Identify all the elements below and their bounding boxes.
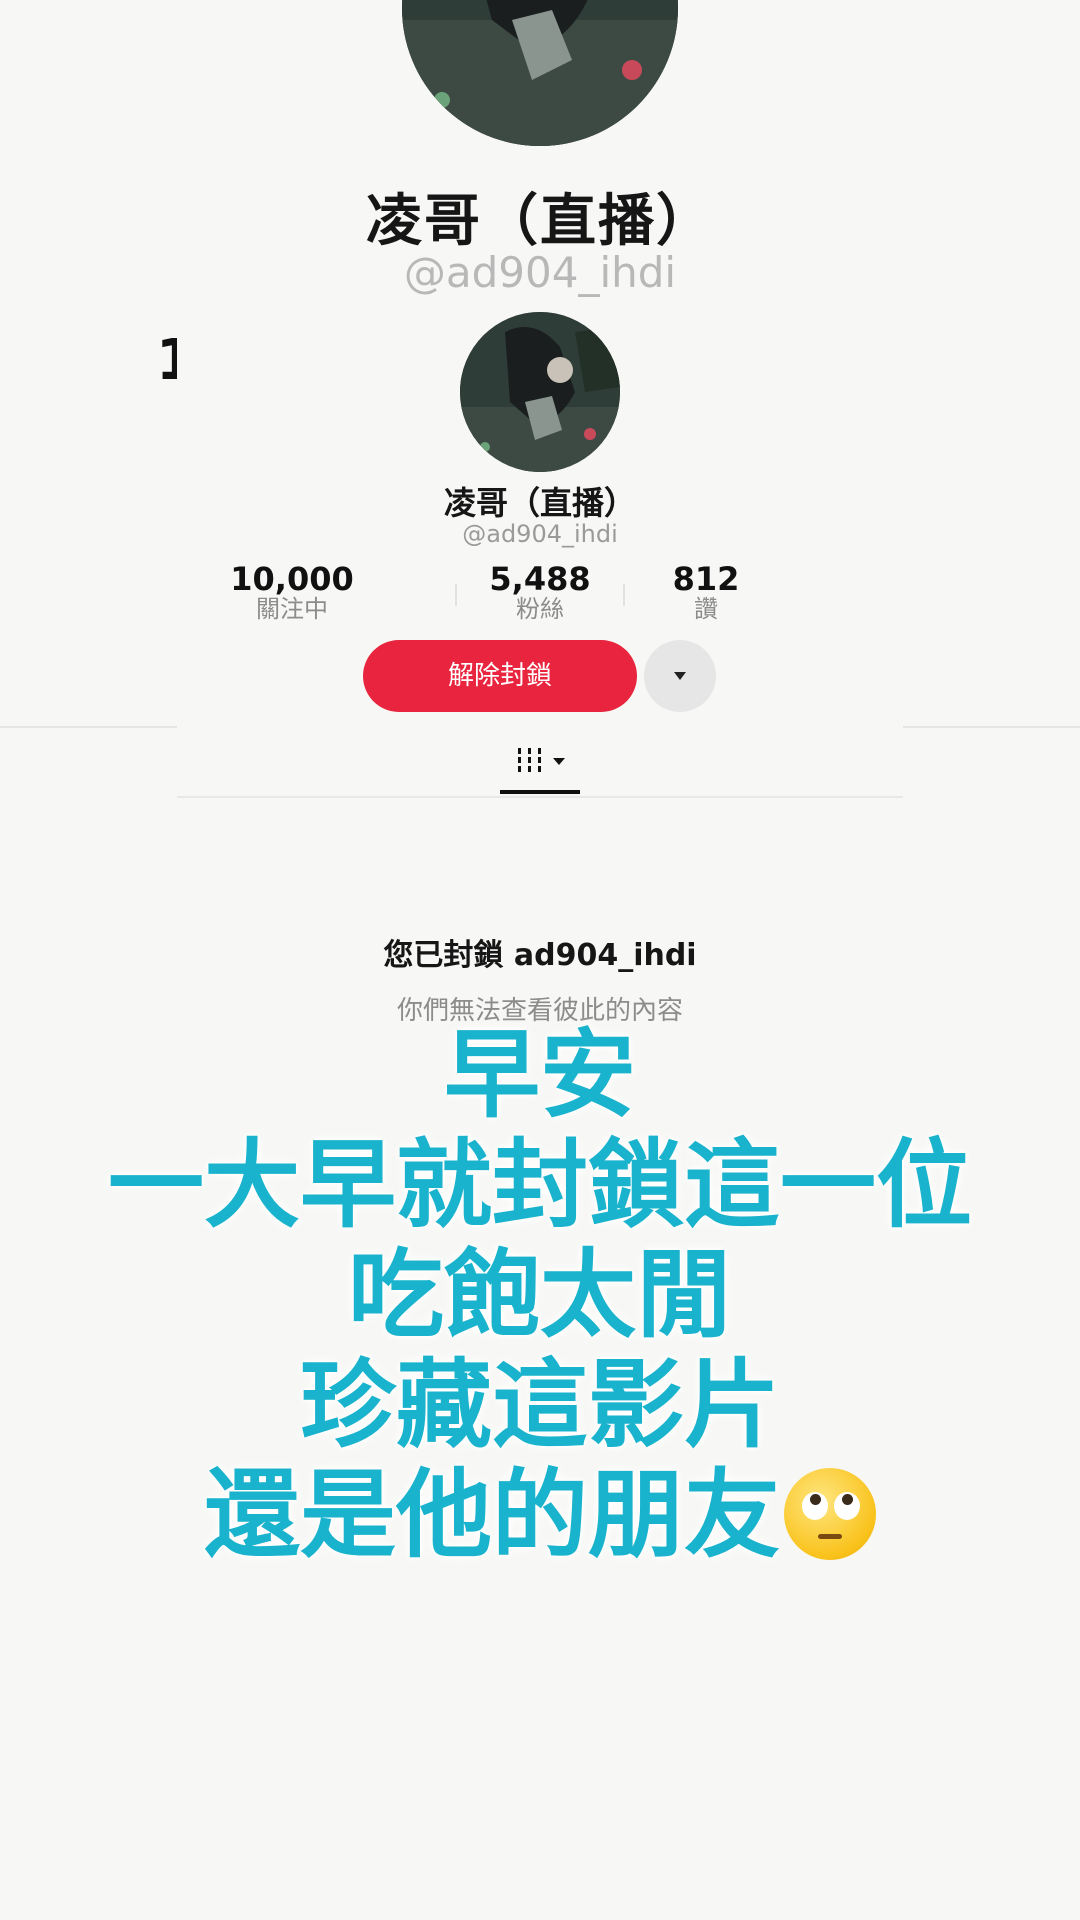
caption-line-last: 還是他的朋友 — [0, 1460, 1080, 1570]
stat-likes-label: 讚 — [694, 595, 718, 623]
caption-line: 珍藏這影片 — [300, 1349, 780, 1461]
background-avatar — [402, 0, 678, 146]
emoji-eye — [802, 1492, 828, 1520]
tab-videos-grid[interactable] — [500, 734, 580, 796]
rolling-eyes-emoji-icon — [784, 1468, 876, 1560]
content-tab-bar — [177, 726, 903, 798]
background-profile-name: 凌哥（直播） — [366, 189, 714, 254]
stat-following-label: 關注中 — [256, 595, 328, 623]
stat-following[interactable]: 10,000 關注中 — [207, 562, 377, 622]
caption-line: 早安 — [444, 1019, 636, 1131]
stat-followers[interactable]: 5,488 粉絲 — [455, 562, 625, 622]
profile-name: 凌哥（直播） — [443, 484, 636, 522]
emoji-mouth — [818, 1534, 842, 1539]
tab-active-indicator — [500, 790, 580, 794]
emoji-pupil — [810, 1494, 821, 1505]
avatar-photo — [460, 312, 620, 472]
profile-card: 凌哥（直播） @ad904_ihdi 10,000 關注中 5,488 粉絲 8… — [177, 312, 903, 798]
caption-line: 一大早就封鎖這一位 — [108, 1129, 972, 1241]
caption-line-text: 還是他的朋友 — [204, 1459, 780, 1571]
grid-icon — [518, 748, 521, 772]
stat-followers-label: 粉絲 — [516, 595, 564, 623]
stat-following-value: 10,000 — [230, 560, 354, 598]
background-avatar-photo — [402, 0, 678, 146]
blocked-title: 您已封鎖 ad904_ihdi — [383, 938, 697, 973]
grid-icon — [528, 748, 531, 772]
stat-likes-value: 812 — [672, 560, 740, 598]
caret-down-icon — [553, 758, 565, 765]
caption-line: 吃飽太閒 — [348, 1239, 732, 1351]
background-profile-handle: @ad904_ihdi — [403, 248, 677, 297]
overlay-caption: 早安 一大早就封鎖這一位 吃飽太閒 珍藏這影片 還是他的朋友 — [0, 1020, 1080, 1570]
stat-likes[interactable]: 812 讚 — [621, 562, 791, 622]
profile-handle: @ad904_ihdi — [462, 520, 618, 548]
emoji-pupil — [842, 1494, 853, 1505]
caret-down-icon — [674, 672, 686, 680]
grid-icon — [538, 748, 541, 772]
unblock-button[interactable]: 解除封鎖 — [363, 640, 637, 712]
more-options-button[interactable] — [644, 640, 716, 712]
avatar[interactable] — [460, 312, 620, 472]
stat-followers-value: 5,488 — [489, 560, 591, 598]
emoji-eye — [834, 1492, 860, 1520]
profile-stats: 10,000 關注中 5,488 粉絲 812 讚 — [177, 562, 903, 626]
